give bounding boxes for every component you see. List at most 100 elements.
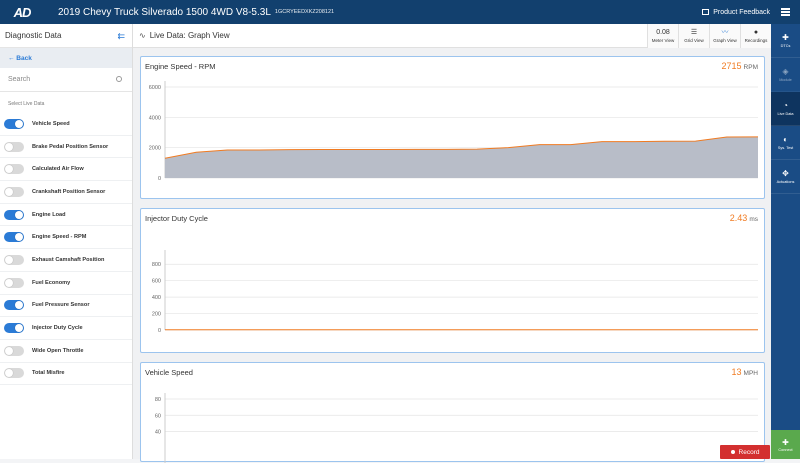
live-data-item[interactable]: Engine Load	[0, 204, 132, 227]
toggle-switch[interactable]	[4, 119, 24, 129]
sidebar-title: Diagnostic Data	[5, 31, 61, 40]
live-data-label: Fuel Pressure Sensor	[32, 302, 90, 308]
select-live-data-label: Select Live Data	[0, 92, 132, 113]
y-tick-label: 80	[155, 397, 161, 403]
toggle-switch[interactable]	[4, 187, 24, 197]
toggle-switch[interactable]	[4, 164, 24, 174]
record-button[interactable]: Record	[720, 445, 770, 459]
toggle-switch[interactable]	[4, 255, 24, 265]
pulse-icon: ∿	[139, 31, 146, 40]
toggle-switch[interactable]	[4, 323, 24, 333]
view-icon: ☰	[691, 29, 697, 37]
view-switcher: 0.08Meter View☰Grid View〰Graph View●Reco…	[647, 24, 771, 48]
y-tick-label: 400	[152, 295, 161, 301]
view-button-graph-view[interactable]: 〰Graph View	[709, 24, 740, 48]
nav-icon: ◈	[782, 67, 788, 77]
search-field[interactable]: Search	[0, 68, 132, 92]
area-fill	[165, 137, 758, 178]
vehicle-speed-chart: 40 60 80	[141, 363, 766, 463]
view-button-meter-view[interactable]: 0.08Meter View	[647, 24, 678, 48]
nav-label: DTCs	[781, 44, 791, 48]
view-label: Meter View	[652, 38, 674, 43]
nav-item-module[interactable]: ◈Module	[771, 58, 800, 92]
chart-title: Vehicle Speed	[145, 368, 193, 377]
live-data-label: Calculated Air Flow	[32, 166, 84, 172]
toggle-switch[interactable]	[4, 300, 24, 310]
y-tick-label: 2000	[149, 146, 161, 152]
nav-label: Sys. Test	[778, 146, 793, 150]
chart-card-vehicle-speed: 40 60 80 Vehicle Speed 13MPH	[140, 362, 765, 462]
y-tick-label: 800	[152, 262, 161, 268]
live-data-label: Fuel Economy	[32, 280, 70, 286]
view-button-grid-view[interactable]: ☰Grid View	[678, 24, 709, 48]
toggle-switch[interactable]	[4, 346, 24, 356]
diagnostic-data-sidebar: Diagnostic Data ⇇ ← Back Search Select L…	[0, 24, 133, 459]
sidebar-header: Diagnostic Data ⇇	[0, 24, 132, 48]
toggle-switch[interactable]	[4, 210, 24, 220]
y-tick-label: 60	[155, 413, 161, 419]
chart-title: Injector Duty Cycle	[145, 214, 208, 223]
toggle-switch[interactable]	[4, 278, 24, 288]
collapse-sidebar-icon[interactable]: ⇇	[117, 31, 125, 42]
live-data-item[interactable]: Fuel Pressure Sensor	[0, 295, 132, 318]
record-dot-icon	[731, 450, 735, 454]
view-icon: ●	[754, 29, 758, 37]
live-data-label: Injector Duty Cycle	[32, 325, 83, 331]
live-data-item[interactable]: Exhaust Camshaft Position	[0, 249, 132, 272]
current-value: 2715RPM	[722, 61, 758, 71]
nav-icon: ◔	[783, 101, 788, 111]
y-tick-label: 0	[158, 176, 161, 182]
live-data-label: Exhaust Camshaft Position	[32, 257, 104, 263]
toggle-switch[interactable]	[4, 142, 24, 152]
feedback-icon	[702, 9, 709, 15]
current-value: 2.43ms	[730, 213, 758, 223]
live-data-item[interactable]: Vehicle Speed	[0, 113, 132, 136]
injector-duty-chart: 0200400600800	[141, 209, 766, 354]
main-header: ∿ Live Data: Graph View 0.08Meter View☰G…	[133, 24, 771, 48]
live-data-label: Total Misfire	[32, 370, 65, 376]
toggle-switch[interactable]	[4, 232, 24, 242]
nav-item-actuations[interactable]: ✥Actuations	[771, 160, 800, 194]
nav-icon: ✥	[782, 169, 789, 179]
nav-item-live-data[interactable]: ◔Live Data	[771, 92, 800, 126]
connect-icon: ✚	[782, 438, 789, 448]
nav-item-dtcs[interactable]: ✚DTCs	[771, 24, 800, 58]
chart-title: Engine Speed - RPM	[145, 62, 215, 71]
live-data-item[interactable]: Wide Open Throttle	[0, 340, 132, 363]
search-icon[interactable]	[116, 76, 122, 82]
view-label: Grid View	[684, 38, 703, 43]
connect-button[interactable]: ✚ Connect	[771, 430, 800, 459]
live-data-item[interactable]: Fuel Economy	[0, 272, 132, 295]
y-tick-label: 40	[155, 430, 161, 436]
toggle-switch[interactable]	[4, 368, 24, 378]
y-tick-label: 4000	[149, 115, 161, 121]
vehicle-title: 2019 Chevy Truck Silverado 1500 4WD V8-5…	[58, 7, 271, 18]
live-data-item[interactable]: Brake Pedal Position Sensor	[0, 136, 132, 159]
live-data-label: Engine Speed - RPM	[32, 234, 86, 240]
nav-label: Module	[779, 78, 791, 82]
view-button-recordings[interactable]: ●Recordings	[740, 24, 771, 48]
live-data-item[interactable]: Engine Speed - RPM	[0, 226, 132, 249]
record-label: Record	[739, 449, 760, 456]
live-data-label: Engine Load	[32, 212, 66, 218]
back-button[interactable]: ← Back	[0, 48, 132, 68]
product-feedback-button[interactable]: Product Feedback	[702, 0, 770, 24]
page-title: Live Data: Graph View	[150, 31, 230, 40]
live-data-item[interactable]: Crankshaft Position Sensor	[0, 181, 132, 204]
live-data-label: Crankshaft Position Sensor	[32, 189, 105, 195]
live-data-item[interactable]: Calculated Air Flow	[0, 158, 132, 181]
current-value: 13MPH	[732, 367, 758, 377]
engine-speed-chart: 0200040006000	[141, 57, 766, 200]
view-label: Recordings	[745, 38, 768, 43]
vehicle-vin: 1GCRYEEDXKZ208121	[275, 9, 334, 15]
nav-item-sys-test[interactable]: ◐Sys. Test	[771, 126, 800, 160]
product-feedback-label: Product Feedback	[713, 9, 770, 16]
live-data-item[interactable]: Total Misfire	[0, 363, 132, 386]
connect-label: Connect	[778, 448, 792, 452]
live-data-item[interactable]: Injector Duty Cycle	[0, 317, 132, 340]
nav-icon: ✚	[782, 33, 789, 43]
view-label: Graph View	[713, 38, 736, 43]
search-input[interactable]: Search	[8, 76, 30, 83]
hamburger-menu-icon[interactable]	[781, 8, 790, 16]
y-tick-label: 200	[152, 312, 161, 318]
